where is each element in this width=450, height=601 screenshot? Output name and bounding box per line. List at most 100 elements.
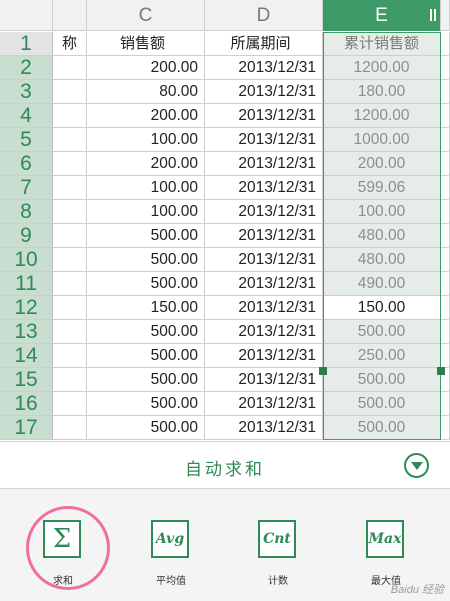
avg-function-button[interactable]: Avg <box>151 520 191 558</box>
cell-b[interactable] <box>53 200 87 224</box>
cell-sales[interactable]: 100.00 <box>87 128 205 152</box>
cell-b[interactable]: 称 <box>53 32 87 56</box>
selection-handle-right[interactable] <box>437 367 445 375</box>
cell-sales[interactable]: 500.00 <box>87 248 205 272</box>
cell-cumulative[interactable]: 180.00 <box>323 80 441 104</box>
cell-period[interactable]: 2013/12/31 <box>205 320 323 344</box>
column-header-f[interactable] <box>441 0 450 31</box>
cell-period[interactable]: 2013/12/31 <box>205 368 323 392</box>
cell-b[interactable] <box>53 128 87 152</box>
row-number[interactable]: 11 <box>0 272 53 296</box>
cell-period[interactable]: 所属期间 <box>205 32 323 56</box>
column-resize-handle[interactable] <box>430 9 436 21</box>
row-number[interactable]: 10 <box>0 248 53 272</box>
cell-sales[interactable]: 500.00 <box>87 416 205 440</box>
cell-b[interactable] <box>53 368 87 392</box>
selection-handle-left[interactable] <box>319 367 327 375</box>
cell-period[interactable]: 2013/12/31 <box>205 416 323 440</box>
cell-b[interactable] <box>53 392 87 416</box>
cell-period[interactable]: 2013/12/31 <box>205 272 323 296</box>
cell-cumulative[interactable]: 500.00 <box>323 320 441 344</box>
cell-sales[interactable]: 销售额 <box>87 32 205 56</box>
cell-b[interactable] <box>53 416 87 440</box>
cell-period[interactable]: 2013/12/31 <box>205 248 323 272</box>
cell-b[interactable] <box>53 56 87 80</box>
cell-b[interactable] <box>53 176 87 200</box>
cell-sales[interactable]: 150.00 <box>87 296 205 320</box>
cell-f[interactable] <box>441 416 450 440</box>
column-header-d[interactable]: D <box>205 0 323 31</box>
cell-sales[interactable]: 500.00 <box>87 272 205 296</box>
max-function-button[interactable]: Max <box>366 520 406 558</box>
cell-f[interactable] <box>441 32 450 56</box>
cell-sales[interactable]: 200.00 <box>87 104 205 128</box>
cell-cumulative[interactable]: 1200.00 <box>323 56 441 80</box>
cell-cumulative[interactable]: 200.00 <box>323 152 441 176</box>
cell-period[interactable]: 2013/12/31 <box>205 344 323 368</box>
cell-sales[interactable]: 100.00 <box>87 200 205 224</box>
cell-b[interactable] <box>53 320 87 344</box>
column-header-c[interactable]: C <box>87 0 205 31</box>
cell-period[interactable]: 2013/12/31 <box>205 224 323 248</box>
cell-cumulative[interactable]: 500.00 <box>323 368 441 392</box>
cell-sales[interactable]: 500.00 <box>87 320 205 344</box>
cell-f[interactable] <box>441 80 450 104</box>
row-number[interactable]: 14 <box>0 344 53 368</box>
cell-b[interactable] <box>53 344 87 368</box>
row-number[interactable]: 5 <box>0 128 53 152</box>
cell-sales[interactable]: 500.00 <box>87 344 205 368</box>
cell-period[interactable]: 2013/12/31 <box>205 80 323 104</box>
cell-f[interactable] <box>441 272 450 296</box>
cell-b[interactable] <box>53 80 87 104</box>
column-header-e[interactable]: E <box>323 0 441 31</box>
cell-cumulative[interactable]: 250.00 <box>323 344 441 368</box>
cell-b[interactable] <box>53 248 87 272</box>
row-number[interactable]: 17 <box>0 416 53 440</box>
cell-cumulative[interactable]: 150.00 <box>323 296 441 320</box>
cell-period[interactable]: 2013/12/31 <box>205 296 323 320</box>
cell-f[interactable] <box>441 296 450 320</box>
cell-cumulative[interactable]: 480.00 <box>323 248 441 272</box>
cell-f[interactable] <box>441 176 450 200</box>
row-number[interactable]: 2 <box>0 56 53 80</box>
cell-cumulative[interactable]: 100.00 <box>323 200 441 224</box>
cell-period[interactable]: 2013/12/31 <box>205 104 323 128</box>
row-number[interactable]: 4 <box>0 104 53 128</box>
cell-cumulative[interactable]: 累计销售额 <box>323 32 441 56</box>
cell-f[interactable] <box>441 320 450 344</box>
cell-cumulative[interactable]: 1000.00 <box>323 128 441 152</box>
row-number[interactable]: 12 <box>0 296 53 320</box>
cell-period[interactable]: 2013/12/31 <box>205 200 323 224</box>
cell-b[interactable] <box>53 152 87 176</box>
cell-sales[interactable]: 500.00 <box>87 368 205 392</box>
cell-f[interactable] <box>441 104 450 128</box>
cell-cumulative[interactable]: 599.06 <box>323 176 441 200</box>
spreadsheet-grid[interactable]: C D E 1 称销售额 所属期间 累计销售额 2 200.00 2013/12/31 120… <box>0 0 450 440</box>
cell-f[interactable] <box>441 248 450 272</box>
cell-sales[interactable]: 500.00 <box>87 392 205 416</box>
cell-cumulative[interactable]: 500.00 <box>323 392 441 416</box>
cell-b[interactable] <box>53 104 87 128</box>
cell-f[interactable] <box>441 344 450 368</box>
cell-period[interactable]: 2013/12/31 <box>205 152 323 176</box>
cell-period[interactable]: 2013/12/31 <box>205 56 323 80</box>
cell-f[interactable] <box>441 392 450 416</box>
cell-sales[interactable]: 100.00 <box>87 176 205 200</box>
cell-cumulative[interactable]: 500.00 <box>323 416 441 440</box>
cell-f[interactable] <box>441 128 450 152</box>
column-header-b[interactable] <box>53 0 87 31</box>
cell-f[interactable] <box>441 152 450 176</box>
cell-cumulative[interactable]: 490.00 <box>323 272 441 296</box>
row-number[interactable]: 6 <box>0 152 53 176</box>
row-number[interactable]: 9 <box>0 224 53 248</box>
row-number[interactable]: 8 <box>0 200 53 224</box>
row-number[interactable]: 15 <box>0 368 53 392</box>
autosum-bar[interactable]: 自动求和 <box>0 441 450 489</box>
cell-period[interactable]: 2013/12/31 <box>205 176 323 200</box>
cell-b[interactable] <box>53 272 87 296</box>
row-number[interactable]: 13 <box>0 320 53 344</box>
cell-f[interactable] <box>441 200 450 224</box>
row-number[interactable]: 7 <box>0 176 53 200</box>
select-all-corner[interactable] <box>0 0 53 31</box>
cell-f[interactable] <box>441 224 450 248</box>
